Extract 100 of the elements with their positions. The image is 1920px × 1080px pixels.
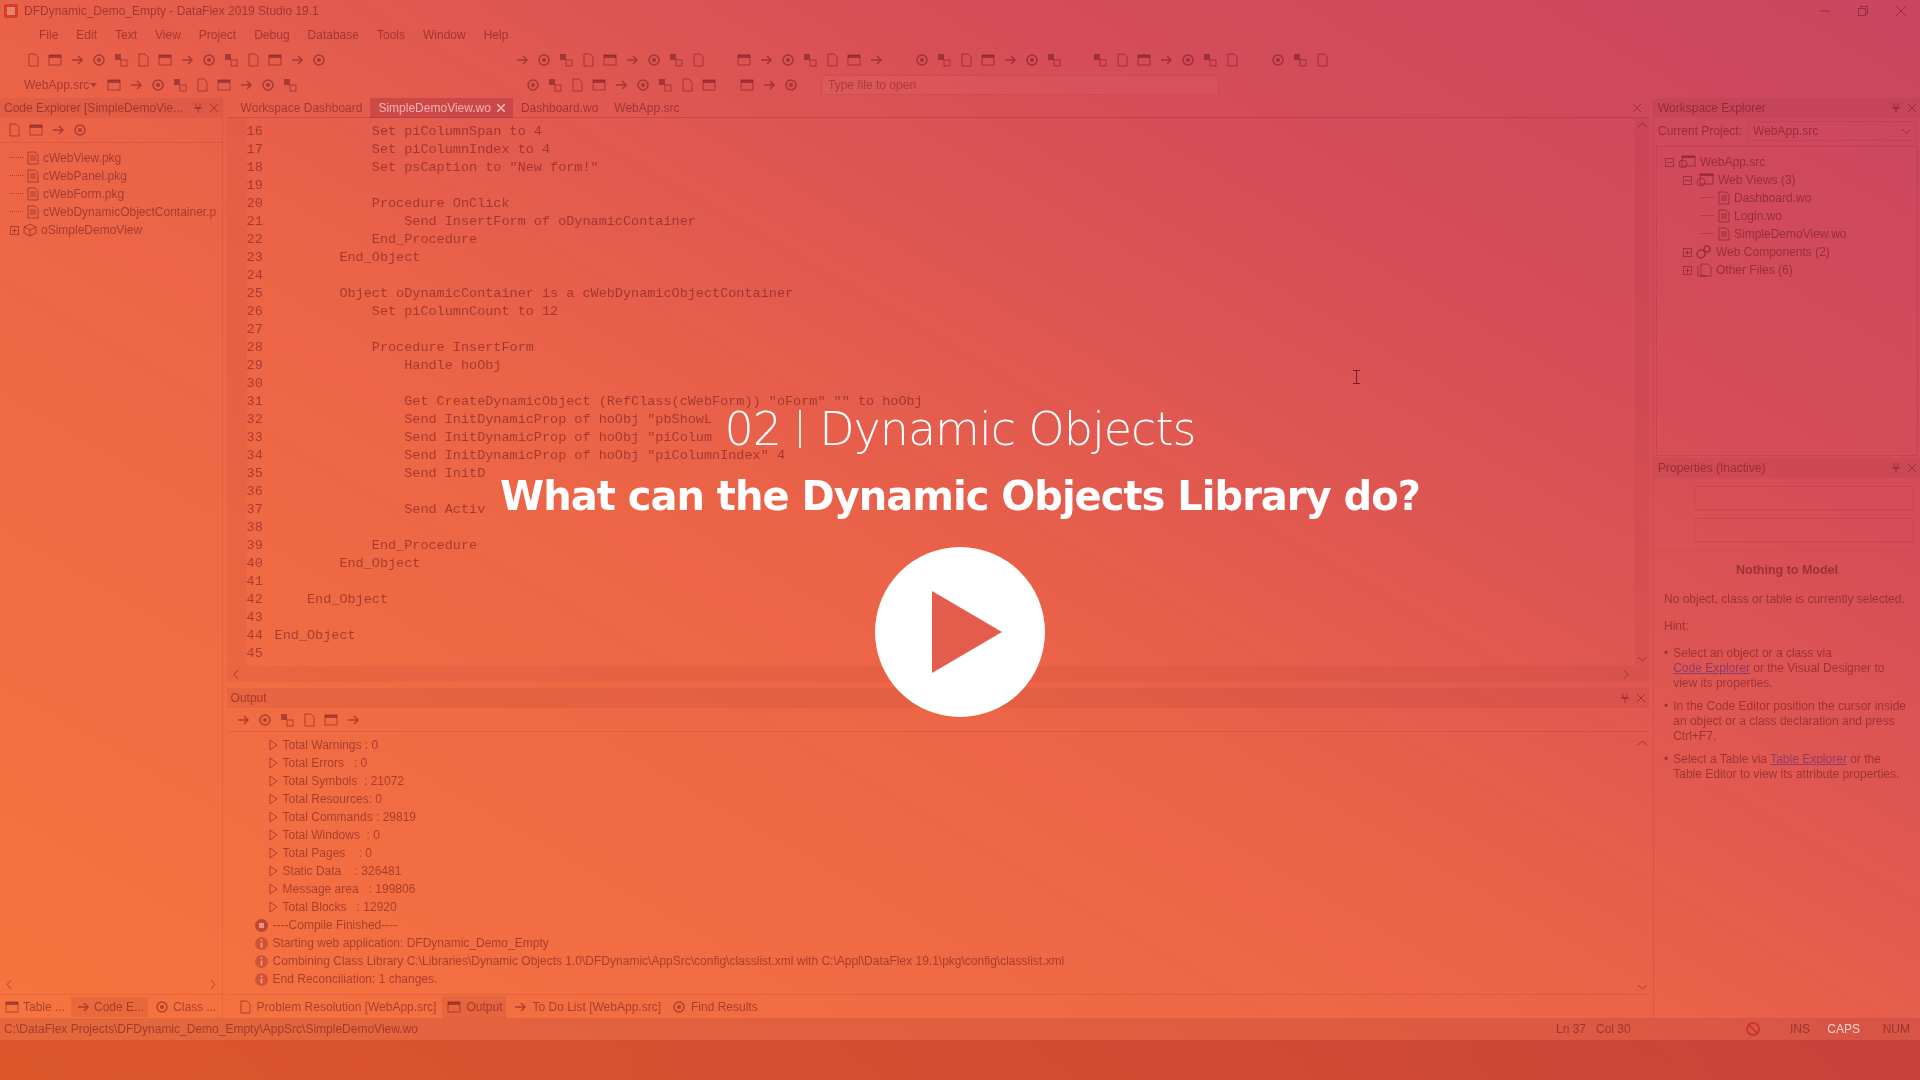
window-icon[interactable] — [591, 77, 607, 93]
scroll-up-icon[interactable] — [1637, 740, 1647, 746]
target-icon[interactable] — [260, 77, 276, 93]
target-icon[interactable] — [72, 122, 88, 138]
document-icon[interactable] — [958, 52, 974, 68]
document-icon[interactable] — [25, 52, 41, 68]
menu-item[interactable]: View — [146, 28, 190, 42]
target-icon[interactable] — [783, 77, 799, 93]
window-icon[interactable] — [106, 77, 122, 93]
menu-item[interactable]: Tools — [367, 28, 414, 42]
editor-tab[interactable]: Dashboard.wo — [512, 97, 607, 118]
close-icon[interactable] — [1908, 464, 1916, 472]
window-icon[interactable] — [267, 52, 283, 68]
document-icon[interactable] — [569, 77, 585, 93]
scroll-down-icon[interactable] — [1637, 656, 1647, 662]
squares-icon[interactable] — [113, 52, 129, 68]
scrollbar[interactable] — [226, 666, 1649, 682]
link[interactable]: Code Explorer — [1673, 661, 1750, 675]
menu-item[interactable]: Edit — [67, 28, 107, 42]
menu-item[interactable]: Debug — [245, 28, 299, 42]
scroll-right-icon[interactable] — [1623, 669, 1629, 679]
pin-icon[interactable] — [1892, 103, 1900, 113]
squares-icon[interactable] — [936, 52, 952, 68]
document-icon[interactable] — [1224, 52, 1240, 68]
menu-item[interactable]: Window — [413, 28, 475, 42]
scroll-right-icon[interactable] — [209, 979, 216, 989]
menu-item[interactable]: File — [30, 28, 68, 42]
expand-icon[interactable] — [1683, 265, 1692, 275]
squares-icon[interactable] — [558, 52, 574, 68]
menu-item[interactable]: Text — [106, 28, 147, 42]
panel-tab[interactable]: Problem Resolution [WebApp.src] — [232, 995, 441, 1018]
scroll-down-icon[interactable] — [1637, 984, 1647, 990]
document-icon[interactable] — [194, 77, 210, 93]
target-icon[interactable] — [780, 52, 796, 68]
squares-icon[interactable] — [223, 52, 239, 68]
target-icon[interactable] — [536, 52, 552, 68]
scroll-up-icon[interactable] — [1637, 122, 1647, 128]
expand-icon[interactable] — [1683, 247, 1692, 257]
document-icon[interactable] — [679, 77, 695, 93]
window-icon[interactable] — [701, 77, 717, 93]
panel-tab[interactable]: Find Results — [667, 995, 762, 1018]
scroll-left-icon[interactable] — [232, 669, 239, 679]
target-icon[interactable] — [1024, 52, 1040, 68]
squares-icon[interactable] — [547, 77, 563, 93]
tree-item[interactable]: cWebDynamicObjectContainer.p — [43, 205, 217, 219]
tree-item[interactable]: cWebForm.pkg — [43, 187, 125, 201]
window-icon[interactable] — [322, 711, 339, 728]
window-icon[interactable] — [736, 52, 752, 68]
squares-icon[interactable] — [172, 77, 188, 93]
target-icon[interactable] — [150, 77, 166, 93]
close-icon[interactable] — [1637, 694, 1645, 702]
link[interactable]: Table Explorer — [1770, 752, 1847, 766]
target-icon[interactable] — [646, 52, 662, 68]
window-icon[interactable] — [216, 77, 232, 93]
close-icon[interactable] — [209, 104, 218, 112]
close-icon[interactable] — [1896, 6, 1906, 16]
squares-icon[interactable] — [657, 77, 673, 93]
scroll-left-icon[interactable] — [6, 979, 12, 989]
target-icon[interactable] — [914, 52, 930, 68]
editor-tab[interactable]: WebApp.src — [606, 97, 688, 118]
document-icon[interactable] — [1314, 52, 1330, 68]
project-dropdown[interactable]: WebApp.src — [12, 76, 100, 94]
panel-tab[interactable]: Code E... — [71, 996, 149, 1017]
pin-icon[interactable] — [193, 103, 202, 113]
squares-icon[interactable] — [1292, 52, 1308, 68]
squares-icon[interactable] — [1046, 52, 1062, 68]
window-icon[interactable] — [47, 52, 63, 68]
window-icon[interactable] — [28, 122, 44, 138]
document-icon[interactable] — [824, 52, 840, 68]
collapse-icon[interactable] — [1665, 157, 1674, 167]
panel-tab[interactable]: Output — [442, 995, 507, 1018]
window-icon[interactable] — [4, 998, 20, 1015]
squares-icon[interactable] — [278, 711, 295, 728]
panel-tab[interactable]: Class ... — [150, 996, 221, 1017]
window-icon[interactable] — [602, 52, 618, 68]
squares-icon[interactable] — [802, 52, 818, 68]
menu-item[interactable]: Database — [298, 28, 368, 42]
squares-icon[interactable] — [1092, 52, 1108, 68]
target-icon[interactable] — [671, 998, 687, 1015]
close-icon[interactable] — [1633, 103, 1641, 112]
pin-icon[interactable] — [1892, 463, 1900, 473]
window-icon[interactable] — [846, 52, 862, 68]
document-icon[interactable] — [135, 52, 151, 68]
tree-item[interactable]: cWebView.pkg — [43, 151, 122, 165]
panel-tab[interactable]: To Do List [WebApp.src] — [508, 995, 665, 1018]
expand-icon[interactable] — [10, 225, 19, 235]
editor-tab[interactable]: Workspace Dashboard — [232, 97, 371, 118]
editor-tab[interactable]: SimpleDemoView.wo — [370, 97, 513, 118]
target-icon[interactable] — [154, 998, 171, 1015]
target-icon[interactable] — [311, 52, 327, 68]
window-icon[interactable] — [739, 77, 755, 93]
document-icon[interactable] — [245, 52, 261, 68]
target-icon[interactable] — [91, 52, 107, 68]
document-icon[interactable] — [690, 52, 706, 68]
window-icon[interactable] — [980, 52, 996, 68]
collapse-icon[interactable] — [1683, 175, 1692, 185]
tree-item[interactable]: cWebPanel.pkg — [43, 169, 127, 183]
menu-item[interactable]: Project — [189, 28, 246, 42]
panel-tab[interactable]: Table ... — [0, 996, 70, 1017]
close-icon[interactable] — [1908, 104, 1916, 112]
